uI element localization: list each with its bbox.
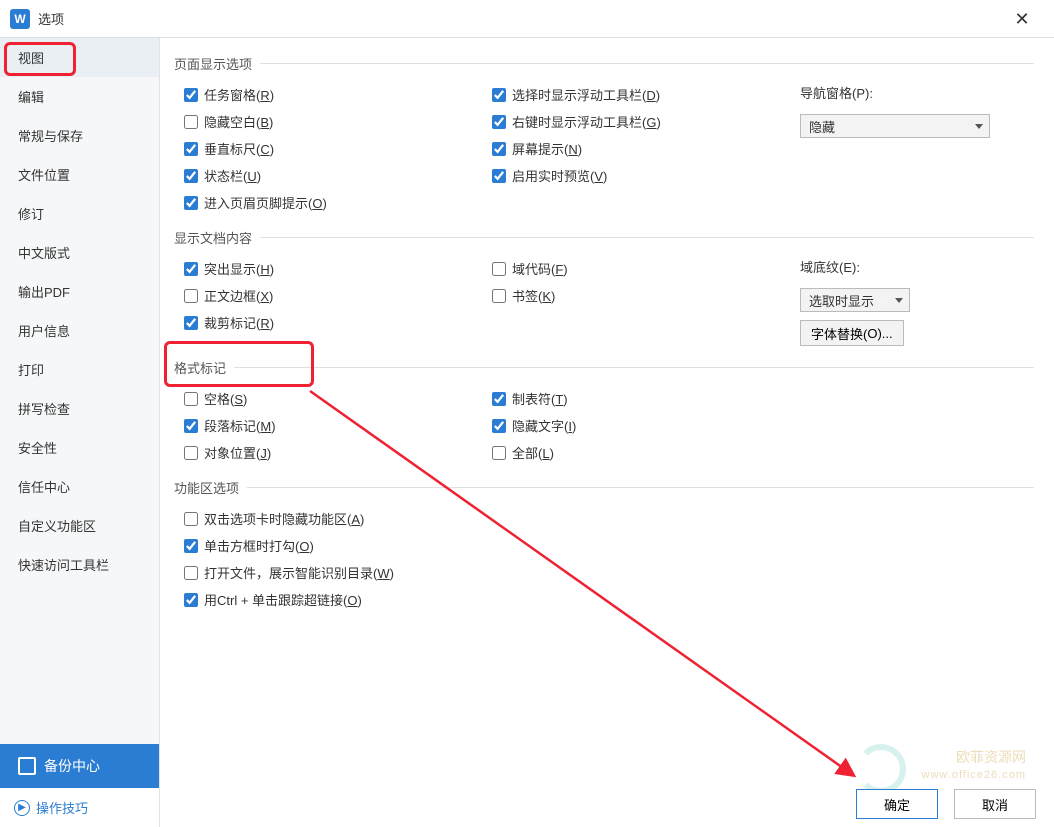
chk-crop-marks[interactable]: 裁剪标记(R) bbox=[184, 309, 474, 336]
chk-statusbar[interactable]: 状态栏(U) bbox=[184, 162, 474, 189]
chk-live-preview[interactable]: 启用实时预览(V) bbox=[492, 162, 782, 189]
chk-smart-toc-box[interactable] bbox=[184, 566, 198, 580]
field-shade-label: 域底纹(E): bbox=[800, 255, 1000, 280]
sidebar-item-view[interactable]: 视图 bbox=[0, 38, 159, 77]
watermark: 欧菲资源网 www.office26.com bbox=[922, 748, 1026, 783]
cancel-button[interactable]: 取消 bbox=[954, 789, 1036, 819]
sidebar-item-spelling[interactable]: 拼写检查 bbox=[0, 389, 159, 428]
chk-tabs[interactable]: 制表符(T) bbox=[492, 385, 782, 412]
chevron-down-icon bbox=[895, 298, 903, 303]
chk-float-select[interactable]: 选择时显示浮动工具栏(D) bbox=[492, 81, 782, 108]
sidebar-item-print[interactable]: 打印 bbox=[0, 350, 159, 389]
close-icon: ✕ bbox=[1014, 9, 1029, 30]
chk-dblclick-hide-ribbon-box[interactable] bbox=[184, 512, 198, 526]
backup-label: 备份中心 bbox=[44, 756, 100, 776]
chk-crop-marks-box[interactable] bbox=[184, 316, 198, 330]
sidebar-item-quick-access[interactable]: 快速访问工具栏 bbox=[0, 545, 159, 584]
chk-object-pos-box[interactable] bbox=[184, 446, 198, 460]
legend-doc-content: 显示文档内容 bbox=[174, 228, 1034, 247]
legend-page-display: 页面显示选项 bbox=[174, 54, 1034, 73]
sidebar-item-edit[interactable]: 编辑 bbox=[0, 77, 159, 116]
field-shade-select[interactable]: 选取时显示 bbox=[800, 288, 910, 312]
chk-smart-toc[interactable]: 打开文件，展示智能识别目录(W) bbox=[184, 559, 1034, 586]
chk-vruler-box[interactable] bbox=[184, 142, 198, 156]
chk-object-pos[interactable]: 对象位置(J) bbox=[184, 439, 474, 466]
chk-body-border[interactable]: 正文边框(X) bbox=[184, 282, 474, 309]
chk-ctrl-click-link-box[interactable] bbox=[184, 593, 198, 607]
chk-live-preview-box[interactable] bbox=[492, 169, 506, 183]
chk-highlight-box[interactable] bbox=[184, 262, 198, 276]
chk-field-codes-box[interactable] bbox=[492, 262, 506, 276]
chk-float-select-box[interactable] bbox=[492, 88, 506, 102]
chk-float-rclick[interactable]: 右键时显示浮动工具栏(G) bbox=[492, 108, 782, 135]
chk-header-footer-tip[interactable]: 进入页眉页脚提示(O) bbox=[184, 189, 474, 216]
chk-task-pane-box[interactable] bbox=[184, 88, 198, 102]
chk-vruler[interactable]: 垂直标尺(C) bbox=[184, 135, 474, 162]
chk-highlight[interactable]: 突出显示(H) bbox=[184, 255, 474, 282]
nav-pane-select[interactable]: 隐藏 bbox=[800, 114, 990, 138]
watermark-logo-icon bbox=[856, 744, 906, 794]
sidebar-item-security[interactable]: 安全性 bbox=[0, 428, 159, 467]
chk-spaces[interactable]: 空格(S) bbox=[184, 385, 474, 412]
sidebar: 视图 编辑 常规与保存 文件位置 修订 中文版式 输出PDF 用户信息 打印 拼… bbox=[0, 38, 160, 827]
content-pane: 页面显示选项 任务窗格(R) 隐藏空白(B) 垂直标尺(C) 状态栏(U) 进入… bbox=[160, 38, 1054, 827]
window-title: 选项 bbox=[38, 9, 64, 28]
chk-header-footer-tip-box[interactable] bbox=[184, 196, 198, 210]
chk-float-rclick-box[interactable] bbox=[492, 115, 506, 129]
chk-hide-blank-box[interactable] bbox=[184, 115, 198, 129]
chk-bookmarks[interactable]: 书签(K) bbox=[492, 282, 782, 309]
chk-bookmarks-box[interactable] bbox=[492, 289, 506, 303]
chk-click-box-check[interactable]: 单击方框时打勾(O) bbox=[184, 532, 1034, 559]
chk-all-box[interactable] bbox=[492, 446, 506, 460]
backup-icon bbox=[18, 757, 36, 775]
chk-hidden-text-box[interactable] bbox=[492, 419, 506, 433]
chk-statusbar-box[interactable] bbox=[184, 169, 198, 183]
chk-screentip-box[interactable] bbox=[492, 142, 506, 156]
chk-task-pane[interactable]: 任务窗格(R) bbox=[184, 81, 474, 108]
legend-format-marks: 格式标记 bbox=[174, 358, 1034, 377]
chevron-down-icon bbox=[975, 124, 983, 129]
app-icon: W bbox=[10, 9, 30, 29]
ok-button[interactable]: 确定 bbox=[856, 789, 938, 819]
chk-hidden-text[interactable]: 隐藏文字(I) bbox=[492, 412, 782, 439]
tips-link[interactable]: ▶ 操作技巧 bbox=[0, 788, 159, 827]
chk-body-border-box[interactable] bbox=[184, 289, 198, 303]
chk-ctrl-click-link[interactable]: 用Ctrl + 单击跟踪超链接(O) bbox=[184, 586, 1034, 613]
titlebar: W 选项 ✕ bbox=[0, 0, 1054, 38]
sidebar-item-custom-ribbon[interactable]: 自定义功能区 bbox=[0, 506, 159, 545]
chk-spaces-box[interactable] bbox=[184, 392, 198, 406]
chk-field-codes[interactable]: 域代码(F) bbox=[492, 255, 782, 282]
chk-hide-blank[interactable]: 隐藏空白(B) bbox=[184, 108, 474, 135]
chk-paragraph-marks-box[interactable] bbox=[184, 419, 198, 433]
chk-all[interactable]: 全部(L) bbox=[492, 439, 782, 466]
chk-screentip[interactable]: 屏幕提示(N) bbox=[492, 135, 782, 162]
play-icon: ▶ bbox=[14, 800, 30, 816]
dialog-footer: 确定 取消 bbox=[856, 789, 1036, 819]
chk-dblclick-hide-ribbon[interactable]: 双击选项卡时隐藏功能区(A) bbox=[184, 505, 1034, 532]
font-substitute-button[interactable]: 字体替换(O)... bbox=[800, 320, 904, 346]
sidebar-item-chinese-layout[interactable]: 中文版式 bbox=[0, 233, 159, 272]
tips-label: 操作技巧 bbox=[36, 798, 88, 817]
sidebar-item-file-locations[interactable]: 文件位置 bbox=[0, 155, 159, 194]
chk-paragraph-marks[interactable]: 段落标记(M) bbox=[184, 412, 474, 439]
chk-tabs-box[interactable] bbox=[492, 392, 506, 406]
legend-ribbon: 功能区选项 bbox=[174, 478, 1034, 497]
close-button[interactable]: ✕ bbox=[1002, 0, 1042, 38]
backup-center-button[interactable]: 备份中心 bbox=[0, 744, 159, 788]
chk-click-box-check-box[interactable] bbox=[184, 539, 198, 553]
sidebar-item-user-info[interactable]: 用户信息 bbox=[0, 311, 159, 350]
sidebar-item-general-save[interactable]: 常规与保存 bbox=[0, 116, 159, 155]
nav-pane-label: 导航窗格(P): bbox=[800, 81, 1000, 106]
sidebar-item-output-pdf[interactable]: 输出PDF bbox=[0, 272, 159, 311]
sidebar-item-trust-center[interactable]: 信任中心 bbox=[0, 467, 159, 506]
sidebar-item-revisions[interactable]: 修订 bbox=[0, 194, 159, 233]
